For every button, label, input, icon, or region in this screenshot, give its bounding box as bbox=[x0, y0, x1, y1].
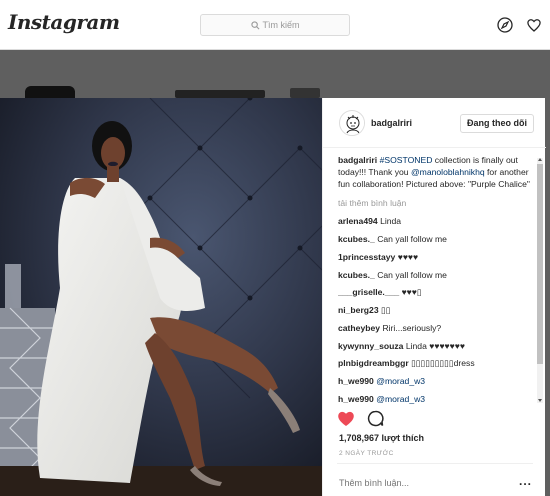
following-button[interactable]: Đang theo dõi bbox=[460, 114, 534, 133]
comment-item: h_we990 @morad_w3 bbox=[338, 393, 534, 404]
comment-username[interactable]: kywynny_souza bbox=[338, 341, 403, 351]
comment-username[interactable]: 1princesstayy bbox=[338, 252, 395, 262]
background-profile-avatar bbox=[25, 86, 75, 98]
comment-text: ♥♥♥▯ bbox=[401, 287, 422, 298]
caption-username[interactable]: badgalriri bbox=[338, 155, 377, 165]
comment-username[interactable]: h_we990 bbox=[338, 376, 374, 386]
post-actions bbox=[337, 410, 384, 427]
comment-item: arlena494 Linda bbox=[338, 215, 534, 228]
comment-list[interactable]: badgalriri #SOSTONED collection is final… bbox=[338, 154, 534, 404]
comment-item: plnbigdreambggr ▯▯▯▯▯▯▯▯▯dress bbox=[338, 357, 534, 370]
comment-mention[interactable]: @morad_w3 bbox=[376, 394, 425, 404]
post-sidebar: badgalriri Đang theo dõi badgalriri #SOS… bbox=[322, 98, 546, 496]
background-profile-button bbox=[290, 88, 320, 98]
instagram-logo[interactable]: Instagram bbox=[8, 10, 120, 34]
comment-item: ___griselle.___ ♥♥♥▯ bbox=[338, 286, 534, 299]
comment-item: ni_berg23 ▯▯ bbox=[338, 304, 534, 317]
compass-icon[interactable] bbox=[497, 17, 513, 33]
comment-mention[interactable]: @morad_w3 bbox=[376, 376, 425, 386]
post-image bbox=[0, 98, 322, 496]
like-count[interactable]: 1,708,967 lượt thích bbox=[339, 433, 424, 443]
comment-bubble-icon[interactable] bbox=[367, 410, 384, 427]
avatar-drawing-icon bbox=[341, 111, 364, 135]
scroll-up-arrow-icon[interactable] bbox=[538, 158, 542, 161]
comment-text: ▯▯▯▯▯▯▯▯▯dress bbox=[411, 358, 475, 369]
more-options-icon[interactable]: ... bbox=[519, 474, 532, 488]
post-timestamp[interactable]: 2 NGÀY TRƯỚC bbox=[339, 450, 394, 457]
post-photo[interactable] bbox=[0, 98, 322, 496]
comment-username[interactable]: catheybey bbox=[338, 323, 380, 333]
post-username[interactable]: badgalriri bbox=[371, 118, 412, 128]
comment-username[interactable]: ni_berg23 bbox=[338, 305, 379, 315]
post-caption: badgalriri #SOSTONED collection is final… bbox=[338, 154, 534, 191]
heart-activity-icon[interactable] bbox=[526, 17, 542, 33]
comment-item: h_we990 @morad_w3 bbox=[338, 375, 534, 388]
post-header: badgalriri Đang theo dõi bbox=[323, 98, 546, 148]
comment-username[interactable]: kcubes._ bbox=[338, 270, 375, 280]
comment-text: Riri...seriously? bbox=[382, 322, 442, 333]
comment-text: Can yall follow me bbox=[377, 269, 447, 280]
heart-like-icon[interactable] bbox=[337, 410, 355, 427]
comment-text: Linda bbox=[380, 216, 402, 227]
profile-avatar[interactable] bbox=[339, 109, 365, 136]
comment-item: catheybey Riri...seriously? bbox=[338, 322, 534, 335]
search-placeholder: Tìm kiếm bbox=[262, 20, 300, 30]
post-modal: badgalriri Đang theo dõi badgalriri #SOS… bbox=[0, 98, 546, 496]
comment-item: kcubes._ Can yall follow me bbox=[338, 233, 534, 246]
comment-username[interactable]: arlena494 bbox=[338, 216, 378, 226]
comment-item: 1princesstayy ♥♥♥♥ bbox=[338, 251, 534, 264]
caption-mention[interactable]: @manoloblahnikhq bbox=[411, 167, 485, 177]
comment-text: ♥♥♥♥ bbox=[397, 251, 419, 262]
scroll-down-arrow-icon[interactable] bbox=[538, 399, 542, 402]
comment-username[interactable]: h_we990 bbox=[338, 394, 374, 404]
background-profile-name bbox=[175, 90, 265, 98]
top-navigation-bar: Instagram Tìm kiếm bbox=[0, 0, 550, 50]
comment-item: kywynny_souza Linda ♥♥♥♥♥♥♥ bbox=[338, 340, 534, 353]
comment-item: kcubes._ Can yall follow me bbox=[338, 269, 534, 282]
caption-hashtag[interactable]: #SOSTONED bbox=[380, 155, 433, 165]
search-box[interactable]: Tìm kiếm bbox=[200, 14, 350, 36]
comment-username[interactable]: kcubes._ bbox=[338, 234, 375, 244]
comment-text: Linda ♥♥♥♥♥♥♥ bbox=[405, 340, 465, 351]
comment-text: Can yall follow me bbox=[377, 233, 447, 244]
comment-username[interactable]: ___griselle.___ bbox=[338, 287, 399, 297]
comments-scrollbar-thumb[interactable] bbox=[537, 164, 543, 364]
search-icon bbox=[250, 20, 259, 29]
comment-username[interactable]: plnbigdreambggr bbox=[338, 358, 409, 368]
add-comment-input[interactable] bbox=[339, 478, 499, 488]
load-more-comments[interactable]: tải thêm bình luận bbox=[338, 197, 534, 210]
comment-text: ▯▯ bbox=[381, 305, 391, 316]
section-divider bbox=[337, 463, 533, 464]
